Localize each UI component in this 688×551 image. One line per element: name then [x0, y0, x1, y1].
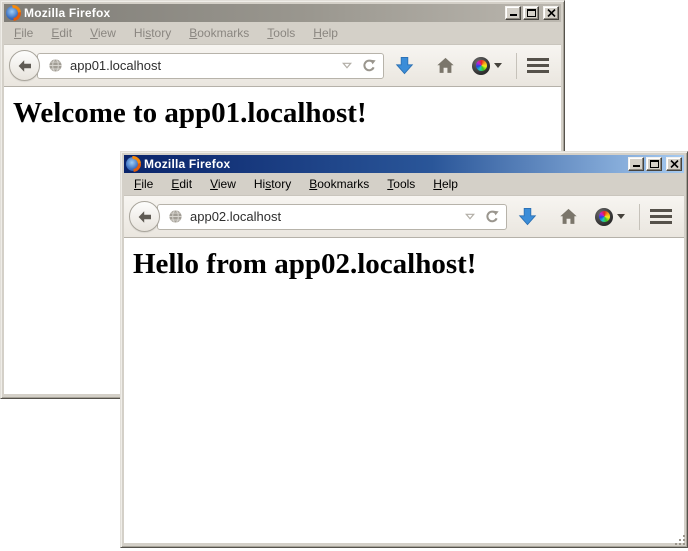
menu-tools[interactable]: Tools	[381, 175, 421, 193]
menu-mnemonic: V	[210, 177, 218, 191]
browser-window-app02: Mozilla Firefox File Edit View History B…	[120, 151, 688, 548]
menu-edit[interactable]: Edit	[165, 175, 198, 193]
globe-icon[interactable]	[48, 58, 63, 73]
url-text: app01.localhost	[70, 58, 338, 73]
toolbar-separator	[639, 204, 640, 230]
close-button[interactable]	[666, 157, 682, 171]
color-wheel-icon	[595, 208, 613, 226]
url-dropdown-button[interactable]	[461, 213, 479, 220]
home-icon	[436, 57, 455, 74]
menu-bookmarks[interactable]: Bookmarks	[303, 175, 375, 193]
resize-grip[interactable]	[683, 543, 685, 545]
menu-label: dit	[179, 177, 192, 191]
menu-label: ools	[393, 177, 415, 191]
titlebar[interactable]: Mozilla Firefox	[124, 155, 684, 173]
menu-help[interactable]: Help	[427, 175, 464, 193]
window-controls	[628, 157, 682, 171]
menu-label: ools	[273, 26, 295, 40]
minimize-button[interactable]	[628, 157, 644, 171]
maximize-icon	[527, 9, 536, 17]
titlebar[interactable]: Mozilla Firefox	[4, 4, 561, 22]
menu-label: dit	[59, 26, 72, 40]
reload-button[interactable]	[485, 210, 499, 224]
home-button[interactable]	[436, 57, 455, 74]
reload-icon	[362, 59, 376, 73]
caret-down-icon	[617, 214, 625, 219]
menu-bar: File Edit View History Bookmarks Tools H…	[4, 22, 561, 44]
navigation-toolbar: app01.localhost	[4, 44, 561, 87]
menu-label: Hi	[254, 177, 265, 191]
menu-mnemonic: H	[313, 26, 322, 40]
back-button[interactable]	[129, 201, 160, 232]
url-dropdown-button[interactable]	[338, 62, 356, 69]
firefox-icon	[126, 157, 140, 171]
close-icon	[547, 9, 556, 17]
app-menu-button[interactable]	[527, 58, 549, 73]
menu-mnemonic: V	[90, 26, 98, 40]
chevron-down-icon	[465, 213, 475, 220]
window-title: Mozilla Firefox	[24, 6, 505, 20]
maximize-icon	[650, 160, 659, 168]
color-picker-extension-button[interactable]	[472, 57, 502, 75]
menu-label: ookmarks	[197, 26, 249, 40]
back-arrow-icon	[17, 58, 33, 74]
menu-label: ookmarks	[317, 177, 369, 191]
reload-button[interactable]	[362, 59, 376, 73]
download-arrow-icon	[395, 56, 414, 75]
minimize-button[interactable]	[505, 6, 521, 20]
app-menu-button[interactable]	[650, 209, 672, 224]
downloads-button[interactable]	[518, 207, 537, 226]
downloads-button[interactable]	[395, 56, 414, 75]
menu-label: ile	[141, 177, 153, 191]
chevron-down-icon	[342, 62, 352, 69]
menu-file[interactable]: File	[8, 24, 39, 42]
menu-label: Hi	[134, 26, 145, 40]
menu-file[interactable]: File	[128, 175, 159, 193]
menu-history[interactable]: History	[128, 24, 177, 42]
minimize-icon	[510, 14, 517, 16]
url-text: app02.localhost	[190, 209, 461, 224]
menu-label: iew	[218, 177, 236, 191]
caret-down-icon	[494, 63, 502, 68]
menu-label: elp	[322, 26, 338, 40]
globe-icon[interactable]	[168, 209, 183, 224]
menu-view[interactable]: View	[204, 175, 242, 193]
back-button[interactable]	[9, 50, 40, 81]
window-title: Mozilla Firefox	[144, 157, 628, 171]
menu-history[interactable]: History	[248, 175, 297, 193]
menu-label: ile	[21, 26, 33, 40]
home-icon	[559, 208, 578, 225]
menu-bar: File Edit View History Bookmarks Tools H…	[124, 173, 684, 195]
menu-label: iew	[98, 26, 116, 40]
menu-help[interactable]: Help	[307, 24, 344, 42]
color-picker-extension-button[interactable]	[595, 208, 625, 226]
page-heading: Welcome to app01.localhost!	[13, 97, 561, 130]
navigation-toolbar: app02.localhost	[124, 195, 684, 238]
menu-label: elp	[442, 177, 458, 191]
menu-bookmarks[interactable]: Bookmarks	[183, 24, 255, 42]
toolbar-separator	[516, 53, 517, 79]
menu-label: tory	[271, 177, 291, 191]
color-wheel-icon	[472, 57, 490, 75]
page-heading: Hello from app02.localhost!	[133, 248, 684, 281]
back-arrow-icon	[137, 209, 153, 225]
window-controls	[505, 6, 559, 20]
menu-view[interactable]: View	[84, 24, 122, 42]
home-button[interactable]	[559, 208, 578, 225]
menu-label: tory	[151, 26, 171, 40]
maximize-button[interactable]	[646, 157, 662, 171]
menu-mnemonic: H	[433, 177, 442, 191]
reload-icon	[485, 210, 499, 224]
close-icon	[670, 160, 679, 168]
url-bar[interactable]: app02.localhost	[157, 204, 507, 230]
page-content: Hello from app02.localhost!	[124, 238, 684, 543]
maximize-button[interactable]	[523, 6, 539, 20]
firefox-icon	[6, 6, 20, 20]
menu-tools[interactable]: Tools	[261, 24, 301, 42]
download-arrow-icon	[518, 207, 537, 226]
menu-edit[interactable]: Edit	[45, 24, 78, 42]
url-bar[interactable]: app01.localhost	[37, 53, 384, 79]
minimize-icon	[633, 165, 640, 167]
close-button[interactable]	[543, 6, 559, 20]
